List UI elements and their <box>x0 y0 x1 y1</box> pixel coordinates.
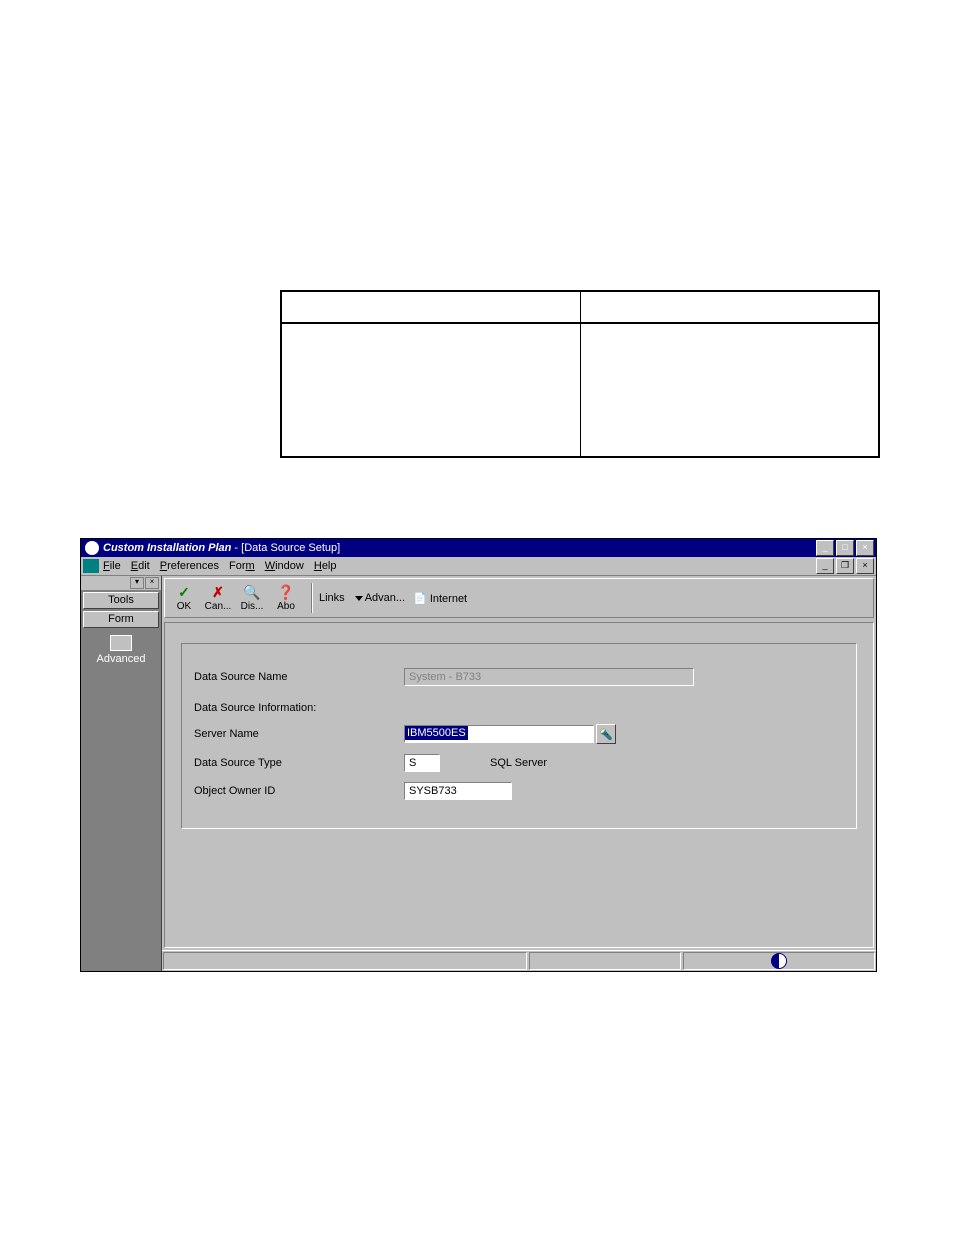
menu-bar: File Edit Preferences Form Window Help _… <box>81 557 876 576</box>
globe-icon <box>771 953 787 969</box>
sidebar-item-advanced[interactable]: Advanced <box>81 635 161 665</box>
maximize-button[interactable]: □ <box>836 540 854 556</box>
flashlight-icon: 🔦 <box>599 728 613 741</box>
mdi-minimize-button[interactable]: _ <box>816 558 834 574</box>
ds-type-label: Data Source Type <box>194 757 404 769</box>
server-lookup-button[interactable]: 🔦 <box>596 724 616 744</box>
sidebar: ▾ × Tools Form Advanced <box>81 576 162 971</box>
info-table <box>280 290 880 458</box>
server-name-label: Server Name <box>194 728 404 740</box>
toolbar-separator <box>311 583 313 613</box>
internet-link[interactable]: 📄 Internet <box>413 592 467 605</box>
dropdown-icon[interactable] <box>355 596 363 601</box>
about-button[interactable]: ❓Abo <box>271 585 301 612</box>
ds-name-label: Data Source Name <box>194 671 404 683</box>
form-group: Data Source Name Data Source Information… <box>181 643 857 829</box>
ds-type-desc: SQL Server <box>490 757 547 769</box>
owner-id-label: Object Owner ID <box>194 785 404 797</box>
mdi-close-button[interactable]: × <box>856 558 874 574</box>
ok-button[interactable]: ✓OK <box>169 585 199 612</box>
sidebar-form-button[interactable]: Form <box>83 611 159 628</box>
mdi-icon <box>83 559 99 573</box>
status-segment-3 <box>683 952 875 970</box>
sidebar-tools-button[interactable]: Tools <box>83 592 159 609</box>
window-title: Custom Installation Plan - [Data Source … <box>103 542 814 554</box>
section-label: Data Source Information: <box>194 702 844 714</box>
status-segment-1 <box>163 952 527 970</box>
x-icon: ✗ <box>203 585 233 601</box>
display-button[interactable]: 🔍Dis... <box>237 585 267 612</box>
close-button[interactable]: × <box>856 540 874 556</box>
main-area: ✓OK ✗Can... 🔍Dis... ❓Abo Links Advan... … <box>162 576 876 971</box>
form-content: Data Source Name Data Source Information… <box>164 622 874 948</box>
status-bar <box>162 950 876 971</box>
advanced-link[interactable]: Advan... <box>365 592 405 604</box>
about-icon: ❓ <box>271 585 301 601</box>
ds-name-field <box>404 668 694 686</box>
menu-edit[interactable]: Edit <box>131 560 150 572</box>
owner-id-field[interactable] <box>404 782 512 800</box>
title-bar: Custom Installation Plan - [Data Source … <box>81 539 876 557</box>
sidebar-close-icon[interactable]: × <box>145 577 159 589</box>
menu-form[interactable]: Form <box>229 560 255 572</box>
links-label[interactable]: Links <box>319 592 345 604</box>
app-icon <box>85 541 99 555</box>
sidebar-item-label: Advanced <box>81 653 161 665</box>
minimize-button[interactable]: _ <box>816 540 834 556</box>
mdi-restore-button[interactable]: ❐ <box>836 558 854 574</box>
toolbar: ✓OK ✗Can... 🔍Dis... ❓Abo Links Advan... … <box>164 578 874 618</box>
sidebar-header: ▾ × <box>81 576 161 591</box>
advanced-icon <box>110 635 132 651</box>
ds-type-field[interactable] <box>404 754 440 772</box>
menu-file[interactable]: File <box>103 560 121 572</box>
menu-help[interactable]: Help <box>314 560 337 572</box>
server-name-field[interactable]: IBM5500ES <box>404 725 594 743</box>
menu-window[interactable]: Window <box>265 560 304 572</box>
status-segment-2 <box>529 952 681 970</box>
cancel-button[interactable]: ✗Can... <box>203 585 233 612</box>
check-icon: ✓ <box>169 585 199 601</box>
display-icon: 🔍 <box>237 585 267 601</box>
app-window: Custom Installation Plan - [Data Source … <box>80 538 877 972</box>
sidebar-collapse-icon[interactable]: ▾ <box>130 577 144 589</box>
menu-preferences[interactable]: Preferences <box>160 560 219 572</box>
